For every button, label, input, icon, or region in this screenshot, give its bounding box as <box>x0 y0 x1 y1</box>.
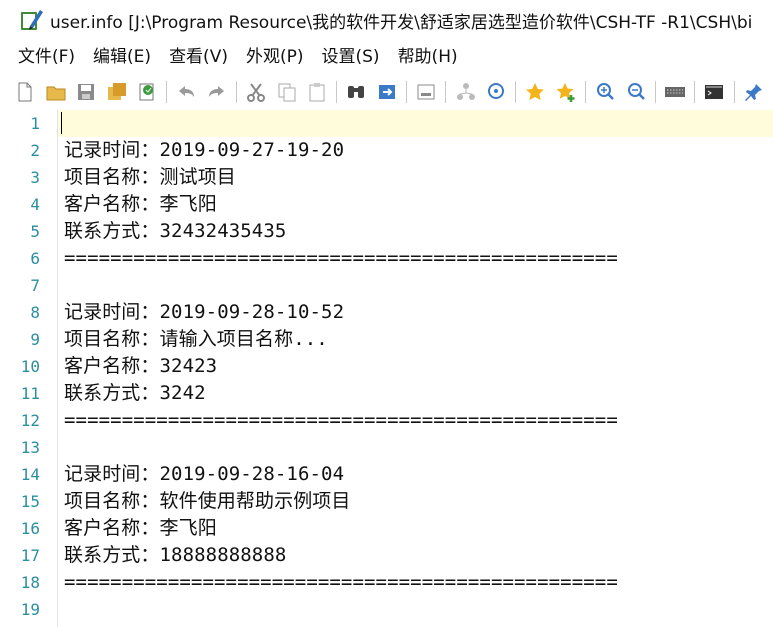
line-number: 14 <box>20 465 40 484</box>
line-number: 17 <box>20 546 40 565</box>
toolbar-separator <box>515 81 517 103</box>
title-bar: user.info [J:\Program Resource\我的软件开发\舒适… <box>0 0 773 40</box>
line-number: 6 <box>30 249 40 268</box>
editor-line[interactable]: 3 项目名称：测试项目 <box>0 164 773 191</box>
terminal-icon[interactable] <box>703 80 725 104</box>
line-number: 2 <box>30 141 40 160</box>
line-number: 10 <box>20 357 40 376</box>
line-text[interactable]: 客户名称：32423 <box>64 353 217 380</box>
line-number: 9 <box>30 330 40 349</box>
line-number: 7 <box>30 276 40 295</box>
editor-line[interactable]: 2 记录时间：2019-09-27-19-20 <box>0 137 773 164</box>
editor-line[interactable]: 17 联系方式：18888888888 <box>0 542 773 569</box>
zoom-out-icon[interactable] <box>624 80 646 104</box>
line-number: 4 <box>30 195 40 214</box>
editor-line[interactable]: 7 <box>0 272 773 299</box>
line-text[interactable]: 联系方式：32432435435 <box>64 218 286 245</box>
editor-line[interactable]: 6 =======================================… <box>0 245 773 272</box>
editor-line[interactable]: 15 项目名称：软件使用帮助示例项目 <box>0 488 773 515</box>
notepad-app-icon <box>16 6 44 34</box>
menu-appearance[interactable]: 外观(P) <box>237 40 313 74</box>
window-title: user.info [J:\Program Resource\我的软件开发\舒适… <box>50 12 753 33</box>
line-number: 1 <box>30 114 40 133</box>
editor-line[interactable]: 14 记录时间：2019-09-28-16-04 <box>0 461 773 488</box>
toolbar-separator <box>585 81 586 103</box>
toolbar-separator <box>336 81 338 103</box>
keyboard-icon[interactable] <box>664 80 686 104</box>
editor-line[interactable]: 9 项目名称：请输入项目名称... <box>0 326 773 353</box>
toolbar-separator <box>236 81 237 103</box>
editor-line[interactable]: 18 ======================================… <box>0 569 773 596</box>
line-text[interactable]: 项目名称：软件使用帮助示例项目 <box>64 488 351 515</box>
menu-help[interactable]: 帮助(H) <box>389 40 467 74</box>
menu-file[interactable]: 文件(F) <box>0 40 84 74</box>
toolbar-separator <box>733 81 735 103</box>
toolbar <box>0 74 773 110</box>
menu-bar: 文件(F) 编辑(E) 查看(V) 外观(P) 设置(S) 帮助(H) <box>0 40 773 74</box>
redo-icon[interactable] <box>206 80 228 104</box>
toolbar-separator <box>406 81 407 103</box>
line-text[interactable]: 记录时间：2019-09-28-10-52 <box>64 299 344 326</box>
find-icon[interactable] <box>345 80 367 104</box>
editor-line[interactable]: 13 <box>0 434 773 461</box>
zoom-in-icon[interactable] <box>594 80 616 104</box>
goto-icon[interactable] <box>415 80 437 104</box>
line-number: 3 <box>30 168 40 187</box>
pin-icon[interactable] <box>743 80 765 104</box>
line-number: 5 <box>30 222 40 241</box>
editor-line[interactable]: 19 <box>0 596 773 623</box>
line-text[interactable]: 项目名称：测试项目 <box>64 164 236 191</box>
toolbar-separator <box>694 81 696 103</box>
line-number: 8 <box>30 303 40 322</box>
bookmark-add-icon[interactable] <box>555 80 577 104</box>
editor-line[interactable]: 5 联系方式：32432435435 <box>0 218 773 245</box>
filter-icon[interactable] <box>454 80 476 104</box>
line-number: 12 <box>20 411 40 430</box>
text-editor[interactable]: 1 2 记录时间：2019-09-27-19-20 3 项目名称：测试项目 4 客户名称：李… <box>0 110 773 627</box>
save-all-icon[interactable] <box>105 80 127 104</box>
line-text[interactable]: ========================================… <box>64 569 618 596</box>
replace-icon[interactable] <box>376 80 398 104</box>
toolbar-separator <box>654 81 656 103</box>
reload-icon[interactable] <box>136 80 158 104</box>
find-in-files-icon[interactable] <box>485 80 507 104</box>
line-number: 11 <box>20 384 40 403</box>
line-text[interactable]: 客户名称：李飞阳 <box>64 515 217 542</box>
copy-icon[interactable] <box>275 80 297 104</box>
line-number: 16 <box>20 519 40 538</box>
line-text[interactable]: ========================================… <box>64 407 618 434</box>
line-number: 18 <box>20 573 40 592</box>
editor-line[interactable]: 11 联系方式：3242 <box>0 380 773 407</box>
line-text[interactable]: 记录时间：2019-09-28-16-04 <box>64 461 344 488</box>
paste-icon[interactable] <box>306 80 328 104</box>
line-text[interactable]: 客户名称：李飞阳 <box>64 191 217 218</box>
toolbar-separator <box>445 81 447 103</box>
bookmark-icon[interactable] <box>524 80 546 104</box>
open-folder-icon[interactable] <box>44 80 66 104</box>
line-text[interactable]: 项目名称：请输入项目名称... <box>64 326 328 353</box>
new-file-icon[interactable] <box>14 80 36 104</box>
editor-line[interactable]: 4 客户名称：李飞阳 <box>0 191 773 218</box>
line-number: 19 <box>20 600 40 619</box>
menu-edit[interactable]: 编辑(E) <box>84 40 160 74</box>
editor-line[interactable]: 16 客户名称：李飞阳 <box>0 515 773 542</box>
editor-line[interactable]: 1 <box>0 110 773 137</box>
menu-view[interactable]: 查看(V) <box>160 40 237 74</box>
line-text[interactable]: 联系方式：3242 <box>64 380 206 407</box>
cut-icon[interactable] <box>245 80 267 104</box>
line-text[interactable]: 联系方式：18888888888 <box>64 542 286 569</box>
line-number: 15 <box>20 492 40 511</box>
line-text[interactable]: 记录时间：2019-09-27-19-20 <box>64 137 344 164</box>
toolbar-separator <box>166 81 168 103</box>
undo-icon[interactable] <box>175 80 197 104</box>
editor-line[interactable]: 8 记录时间：2019-09-28-10-52 <box>0 299 773 326</box>
menu-settings[interactable]: 设置(S) <box>313 40 389 74</box>
line-number: 13 <box>20 438 40 457</box>
line-text[interactable]: ========================================… <box>64 245 618 272</box>
save-icon[interactable] <box>75 80 97 104</box>
editor-line[interactable]: 10 客户名称：32423 <box>0 353 773 380</box>
editor-line[interactable]: 12 ======================================… <box>0 407 773 434</box>
